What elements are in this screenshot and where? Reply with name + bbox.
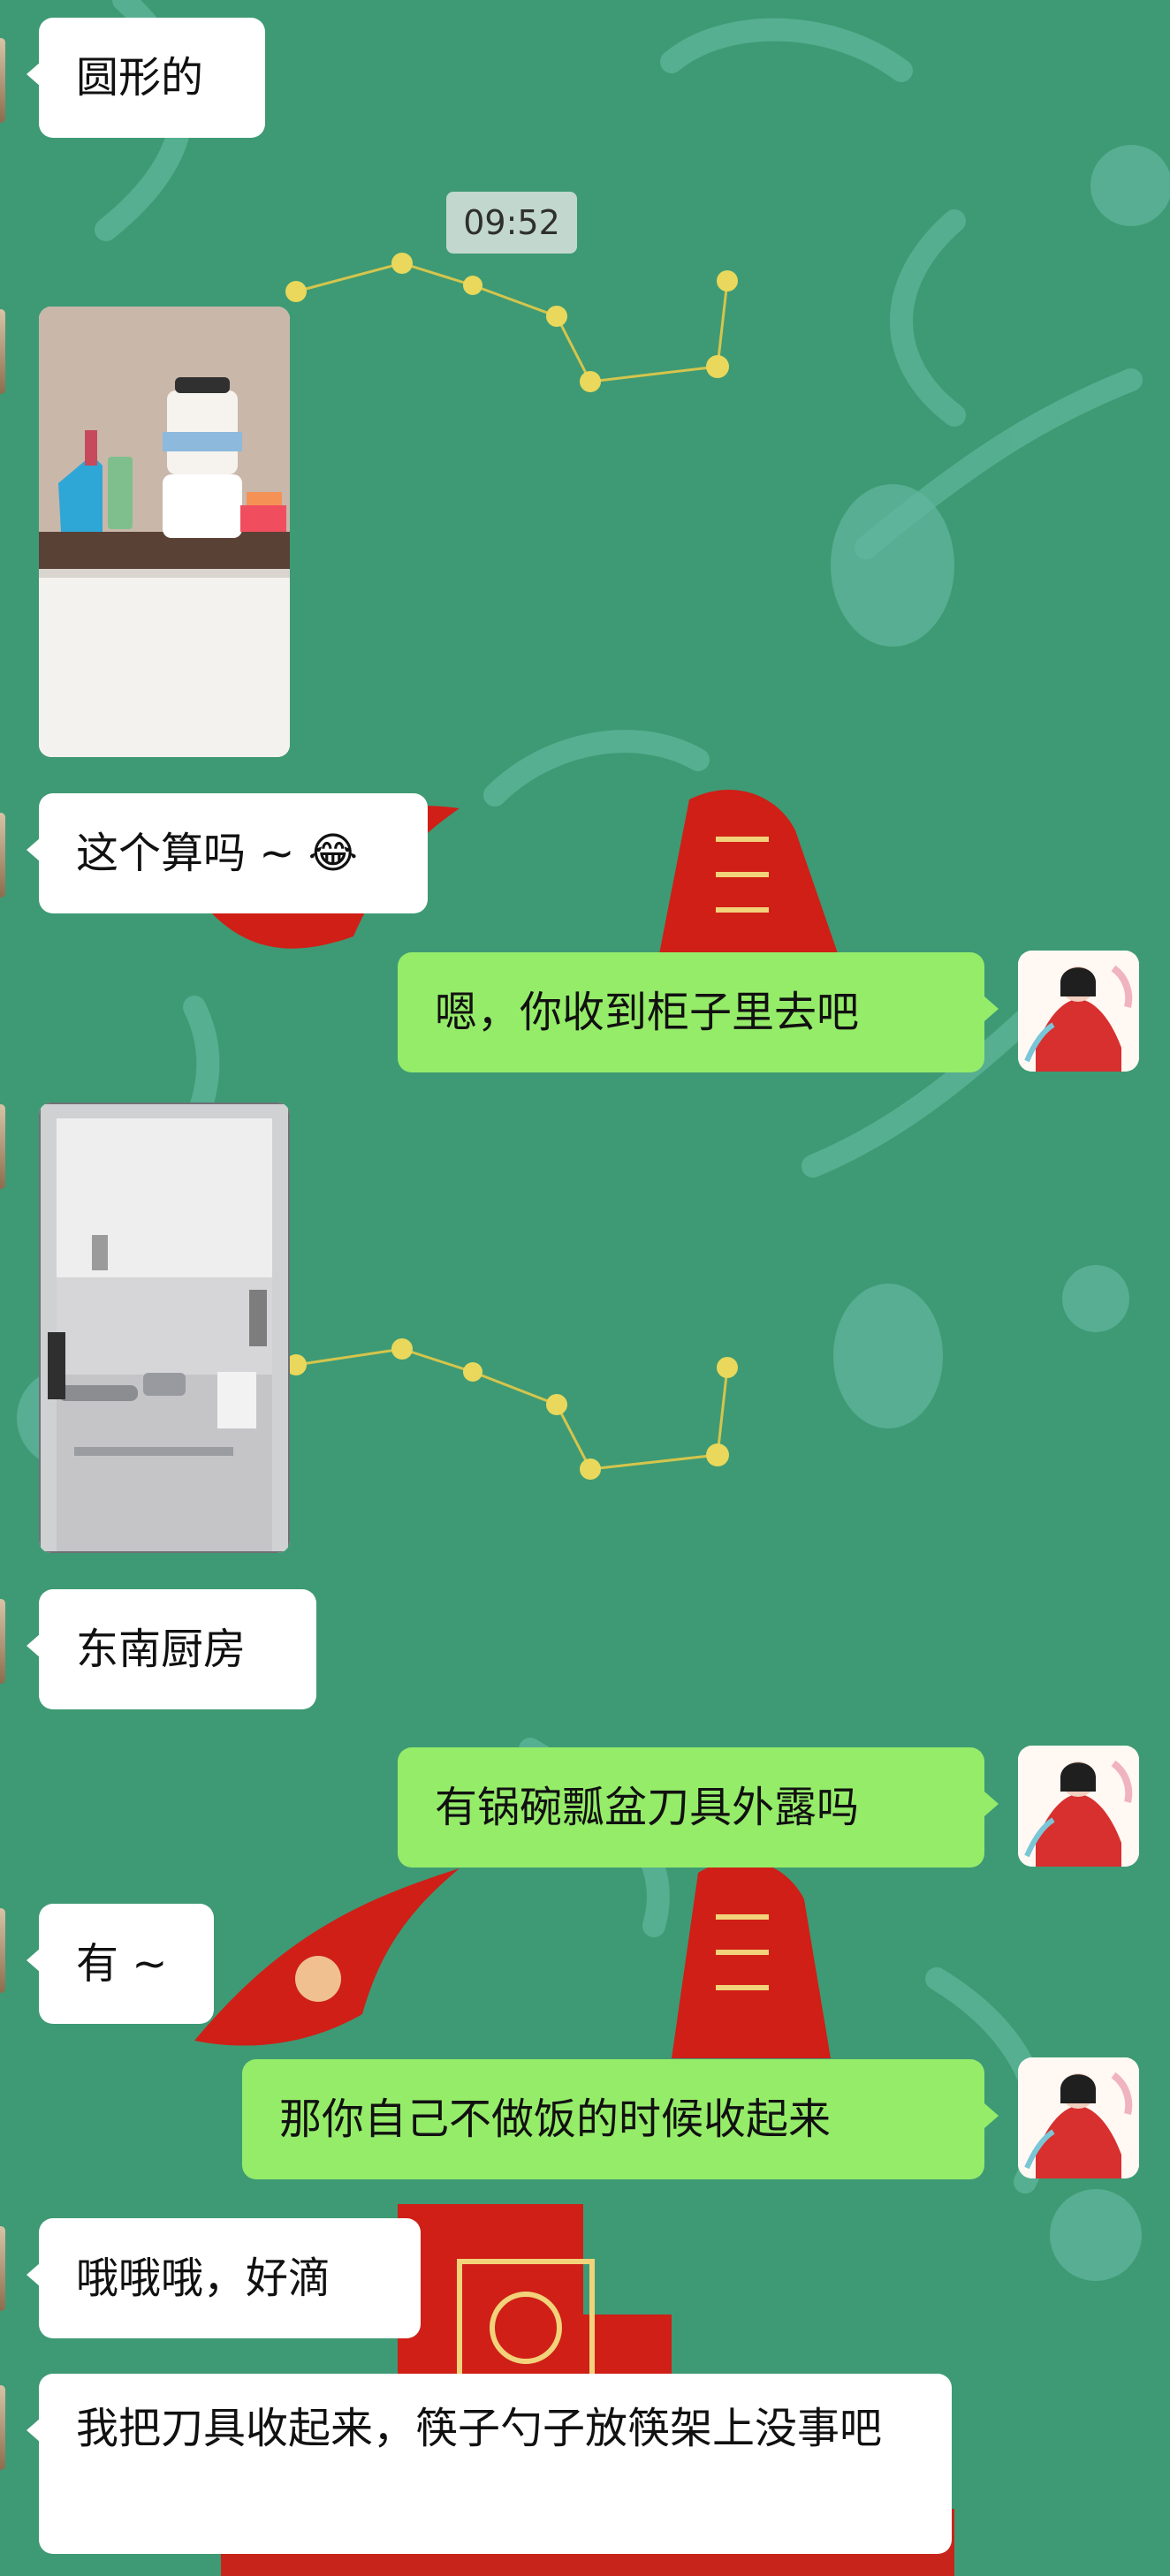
contact-avatar-edge[interactable]: [0, 1599, 5, 1684]
kitchen-photo: [39, 1102, 290, 1553]
sender-avatar[interactable]: [1018, 1746, 1139, 1867]
contact-avatar-edge[interactable]: [0, 309, 5, 394]
outgoing-message[interactable]: 那你自己不做饭的时候收起来: [242, 2059, 999, 2179]
sender-avatar[interactable]: [1018, 951, 1139, 1072]
incoming-message[interactable]: 我把刀具收起来，筷子勺子放筷架上没事吧: [27, 2374, 952, 2554]
outgoing-message[interactable]: 有锅碗瓢盆刀具外露吗: [398, 1747, 999, 1868]
contact-avatar-edge[interactable]: [0, 1104, 5, 1189]
incoming-message[interactable]: 圆形的: [27, 18, 265, 138]
woman-in-red-hanfu-avatar: [1018, 1746, 1139, 1867]
incoming-message[interactable]: 有 ~: [27, 1904, 214, 2024]
incoming-image-message[interactable]: [39, 307, 290, 757]
incoming-image-message[interactable]: [39, 1102, 290, 1553]
contact-avatar-edge[interactable]: [0, 1908, 5, 1993]
incoming-message[interactable]: 东南厨房: [27, 1589, 316, 1709]
contact-avatar-edge[interactable]: [0, 813, 5, 898]
sender-avatar[interactable]: [1018, 2057, 1139, 2178]
incoming-message[interactable]: 哦哦哦，好滴: [27, 2218, 421, 2338]
woman-in-red-hanfu-avatar: [1018, 2057, 1139, 2178]
contact-avatar-edge[interactable]: [0, 38, 5, 123]
woman-in-red-hanfu-avatar: [1018, 951, 1139, 1072]
contact-avatar-edge[interactable]: [0, 2385, 5, 2470]
outgoing-message[interactable]: 嗯，你收到柜子里去吧: [398, 952, 999, 1072]
shelf-with-bottles-photo: [39, 307, 290, 757]
contact-avatar-edge[interactable]: [0, 2226, 5, 2311]
message-timestamp: 09:52: [446, 192, 577, 254]
incoming-message[interactable]: 这个算吗 ~ 😂: [27, 793, 428, 913]
chat-window: 圆形的 09:52 这个算吗 ~ 😂 嗯，你收到柜子里去吧 东南厨房 有锅碗瓢盆…: [0, 0, 1170, 2576]
